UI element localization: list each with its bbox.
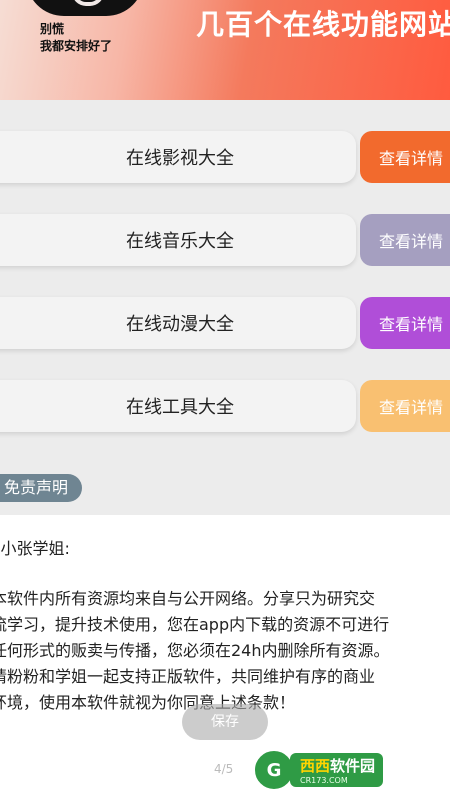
page-indicator: 4/5 <box>214 762 234 776</box>
header-banner: 别慌 我都安排好了 几百个在线功能网站 <box>0 0 450 100</box>
disclaimer-line: 流学习，提升技术使用，您在app内下载的资源不可进行 <box>0 615 390 634</box>
watermark-brand-part2: 软件园 <box>330 757 376 775</box>
view-details-button[interactable]: 查看详情 <box>360 297 450 349</box>
disclaimer-line: 本软件内所有资源均来自与公开网络。分享只为研究交 <box>0 589 376 608</box>
watermark-site: CR173.COM <box>300 776 348 785</box>
disclaimer-line: 请粉粉和学姐一起支持正版软件，共同维护有序的商业 <box>0 667 376 686</box>
watermark-text: 西西软件园 CR173.COM <box>290 753 384 787</box>
item-label: 在线工具大全 <box>126 397 234 418</box>
header-subtitle-2: 我都安排好了 <box>40 39 113 53</box>
item-card-tools[interactable]: 在线工具大全 <box>0 380 356 432</box>
save-button[interactable]: 保存 <box>182 704 268 740</box>
watermark-logo: G 西西软件园 CR173.COM <box>252 748 432 792</box>
disclaimer-line: 任何形式的贩卖与传播，您必须在24h内删除所有资源。 <box>0 641 390 660</box>
item-label: 在线动漫大全 <box>126 314 234 335</box>
view-details-button[interactable]: 查看详情 <box>360 131 450 183</box>
header-subtitle-1: 别慌 <box>40 22 65 36</box>
watermark-brand: 西西软件园 <box>300 755 375 776</box>
item-label: 在线影视大全 <box>126 148 234 169</box>
watermark-brand-part1: 西西 <box>300 757 331 775</box>
list-item: 在线音乐大全 查看详情 <box>0 214 450 266</box>
view-details-button[interactable]: 查看详情 <box>360 380 450 432</box>
list-item: 在线影视大全 查看详情 <box>0 131 450 183</box>
disclaimer-greeting: y小张学姐: <box>0 539 70 558</box>
header-title: 几百个在线功能网站 <box>196 8 450 41</box>
avatar <box>26 0 144 16</box>
view-details-button[interactable]: 查看详情 <box>360 214 450 266</box>
item-card-anime[interactable]: 在线动漫大全 <box>0 297 356 349</box>
list-item: 在线工具大全 查看详情 <box>0 380 450 432</box>
list-item: 在线动漫大全 查看详情 <box>0 297 450 349</box>
disclaimer-badge: 免责声明 <box>0 474 82 502</box>
item-label: 在线音乐大全 <box>126 231 234 252</box>
item-card-video[interactable]: 在线影视大全 <box>0 131 356 183</box>
item-card-music[interactable]: 在线音乐大全 <box>0 214 356 266</box>
